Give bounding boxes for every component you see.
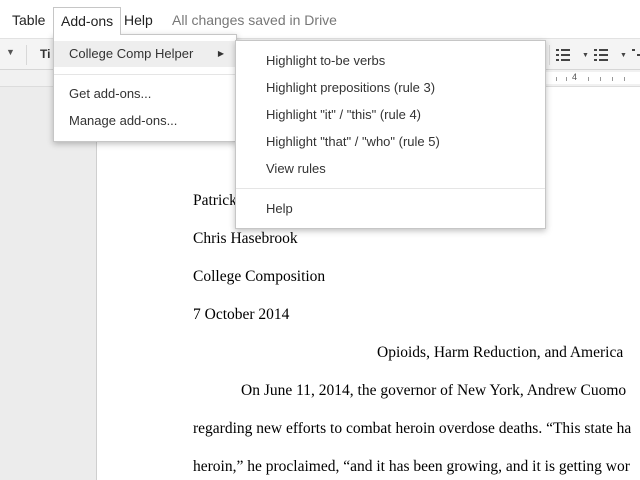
ruler-tick — [556, 77, 557, 81]
doc-course-line[interactable]: College Composition — [193, 267, 325, 287]
style-select[interactable]: Ti — [40, 47, 50, 61]
addons-menu: College Comp Helper ▶ Get add-ons... Man… — [53, 34, 237, 142]
menu-separator — [236, 188, 545, 189]
menu-item-highlight-that-who[interactable]: Highlight "that" / "who" (rule 5) — [236, 129, 545, 155]
ruler-tick — [588, 77, 589, 81]
ruler-tick — [624, 77, 625, 81]
menu-item-label: View rules — [266, 161, 326, 176]
bulleted-list-icon[interactable] — [594, 45, 608, 65]
menu-help[interactable]: Help — [124, 10, 153, 30]
chevron-down-icon[interactable]: ▼ — [620, 52, 627, 72]
menu-item-label: College Comp Helper — [69, 46, 194, 61]
menu-item-college-comp-helper[interactable]: College Comp Helper ▶ — [54, 41, 236, 67]
menu-item-view-rules[interactable]: View rules — [236, 156, 545, 182]
ruler-tick — [600, 77, 601, 81]
ruler-tick — [612, 77, 613, 81]
ruler-tick — [566, 77, 567, 81]
menu-item-highlight-prepositions[interactable]: Highlight prepositions (rule 3) — [236, 75, 545, 101]
college-comp-helper-submenu: Highlight to-be verbs Highlight preposit… — [235, 40, 546, 229]
menu-separator — [54, 74, 236, 75]
submenu-arrow-icon: ▶ — [217, 49, 224, 58]
menu-item-help[interactable]: Help — [236, 196, 545, 222]
doc-title[interactable]: Opioids, Harm Reduction, and America — [377, 343, 623, 363]
doc-paragraph-line[interactable]: heroin,” he proclaimed, “and it has been… — [193, 457, 630, 477]
doc-date-line[interactable]: 7 October 2014 — [193, 305, 289, 325]
doc-instructor-line[interactable]: Chris Hasebrook — [193, 229, 298, 249]
numbered-list-icon[interactable] — [556, 45, 570, 65]
menu-item-label: Get add-ons... — [69, 86, 152, 101]
chevron-down-icon[interactable]: ▼ — [582, 52, 589, 72]
menu-item-label: Highlight "that" / "who" (rule 5) — [266, 134, 440, 149]
menu-item-label: Highlight "it" / "this" (rule 4) — [266, 107, 422, 122]
doc-paragraph-line[interactable]: regarding new efforts to combat heroin o… — [193, 419, 631, 439]
menu-item-highlight-it-this[interactable]: Highlight "it" / "this" (rule 4) — [236, 102, 545, 128]
menu-item-manage-addons[interactable]: Manage add-ons... — [54, 108, 236, 134]
ruler-number: 4 — [572, 72, 578, 82]
menu-item-get-addons[interactable]: Get add-ons... — [54, 81, 236, 107]
menu-item-label: Manage add-ons... — [69, 113, 178, 128]
menu-bar: Table Add-ons Help All changes saved in … — [0, 0, 640, 38]
menu-item-label: Highlight prepositions (rule 3) — [266, 80, 436, 95]
menu-table[interactable]: Table — [12, 10, 45, 30]
menu-item-highlight-to-be-verbs[interactable]: Highlight to-be verbs — [236, 48, 545, 74]
menu-addons[interactable]: Add-ons — [53, 7, 122, 35]
indent-icon[interactable] — [632, 45, 640, 65]
doc-paragraph-line[interactable]: On June 11, 2014, the governor of New Yo… — [241, 381, 626, 401]
doc-author-line[interactable]: Patrick — [193, 191, 237, 211]
save-status: All changes saved in Drive — [172, 12, 337, 28]
menu-item-label: Help — [266, 201, 293, 216]
toolbar-divider — [549, 45, 550, 65]
toolbar-divider — [26, 45, 27, 65]
menu-item-label: Highlight to-be verbs — [266, 53, 386, 68]
dropdown-caret-icon[interactable]: ▼ — [6, 47, 15, 57]
